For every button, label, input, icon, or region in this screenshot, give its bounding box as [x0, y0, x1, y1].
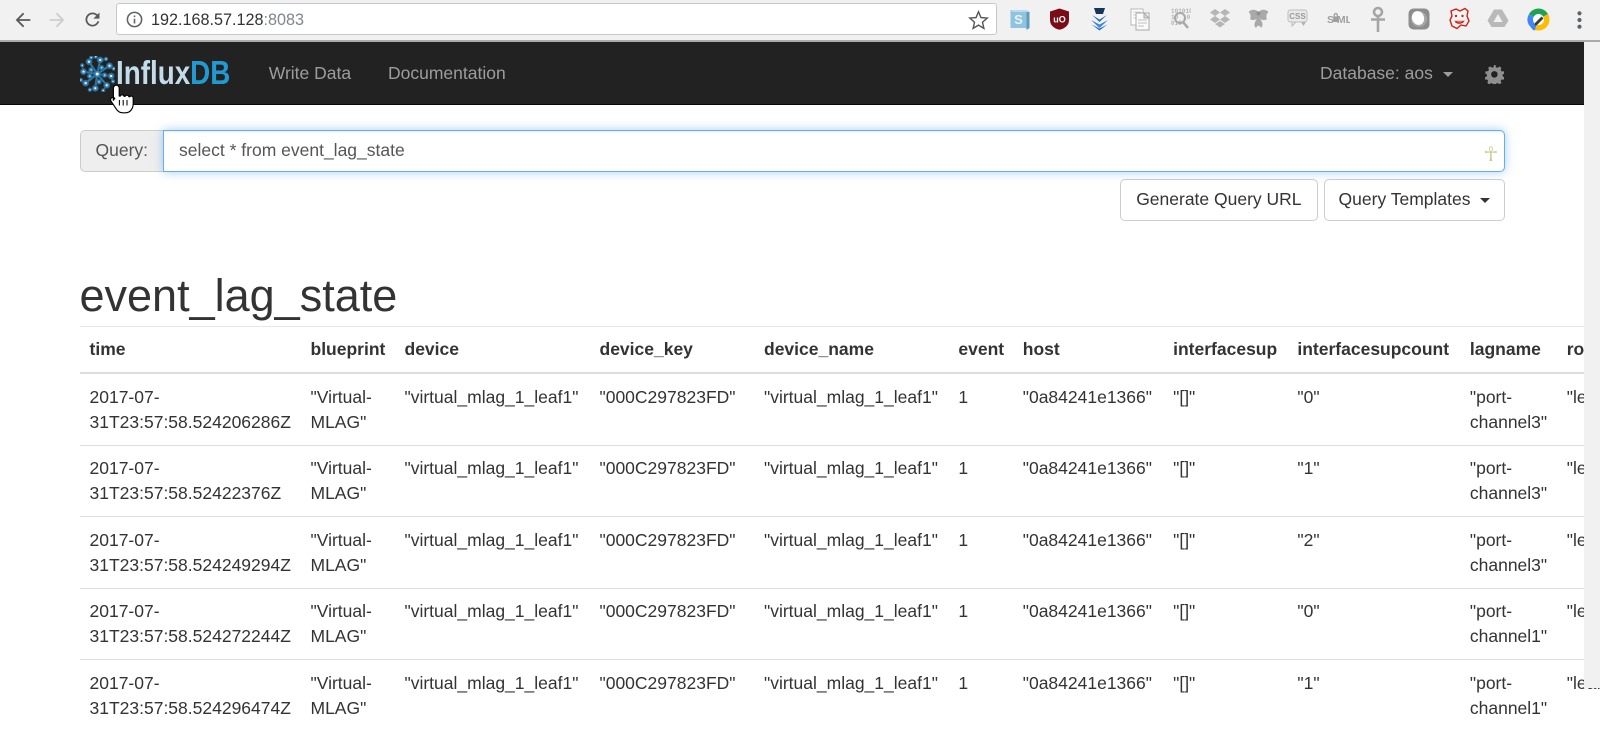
svg-text:uO: uO — [1053, 15, 1066, 25]
svg-text:CSS: CSS — [1289, 12, 1306, 21]
svg-text:S: S — [1014, 12, 1023, 27]
svg-text:S ML: S ML — [1327, 14, 1350, 26]
